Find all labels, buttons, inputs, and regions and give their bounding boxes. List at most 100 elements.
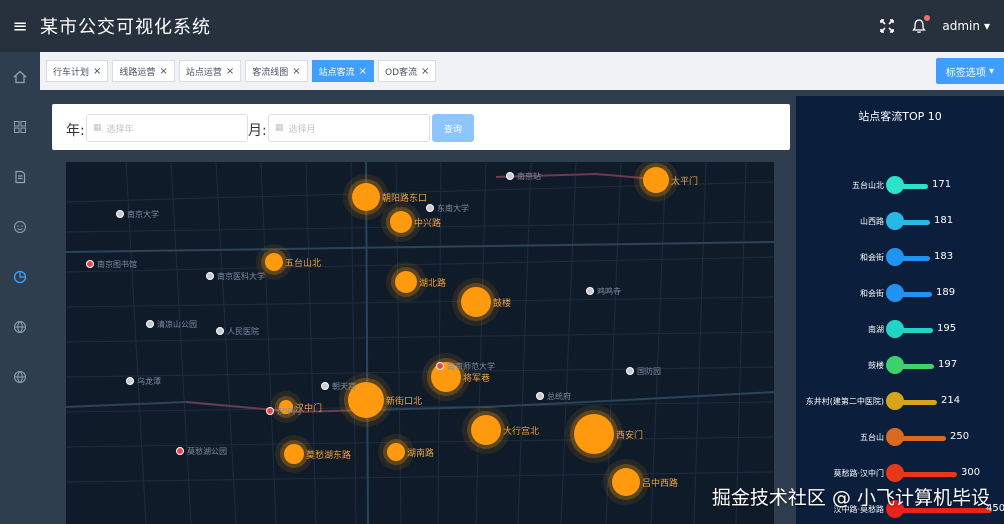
sidebar — [0, 52, 40, 524]
station-label: 吕中西路 — [642, 479, 679, 489]
close-icon[interactable]: × — [226, 66, 234, 77]
map-poi-icon — [586, 287, 594, 295]
sidebar-home-icon[interactable] — [0, 52, 40, 102]
station-label: 大行宫北 — [503, 427, 540, 437]
station-label: 湖南路 — [407, 449, 435, 459]
year-picker[interactable]: ▦ 选择年 — [86, 114, 248, 142]
top10-bar-head — [886, 392, 904, 410]
top10-title: 站点客流TOP 10 — [858, 110, 942, 123]
tab-station-flow[interactable]: 站点客流 × — [311, 60, 375, 82]
map-place-label: 朝天宫 — [332, 382, 356, 391]
app-root: ≡ 某市公交可视化系统 admin ▾ 行车计划× 线路运营× 站点运营× — [0, 0, 1004, 524]
tab-od-flow[interactable]: OD客流 × — [378, 60, 437, 82]
query-button[interactable]: 查询 — [432, 114, 474, 142]
main-content: 年: ▦ 选择年 月: ▦ 选择月 查询 朝阳路东口 太平门 中兴路 五台山北 … — [40, 90, 1004, 524]
tab-station-ops[interactable]: 站点运营 × — [178, 60, 242, 82]
station-marker[interactable] — [471, 415, 501, 445]
close-icon[interactable]: × — [93, 66, 101, 77]
station-marker[interactable] — [265, 253, 283, 271]
user-name: admin — [942, 19, 980, 33]
top10-panel: 站点客流TOP 10 五台山北 171 山西路 181 和会街 183 和会街 189 南湖 19… — [796, 96, 1004, 524]
map-poi-icon — [116, 210, 124, 218]
sidebar-chart-icon[interactable] — [0, 252, 40, 302]
map-place-label: 清凉山公园 — [157, 320, 197, 329]
station-label: 新街口北 — [386, 397, 423, 407]
map-place-label: 南京大学 — [127, 210, 159, 219]
station-label: 西安门 — [616, 431, 644, 441]
map-place-label: 汉中门 — [277, 407, 301, 416]
station-label: 中兴路 — [414, 219, 442, 229]
map-poi-icon — [266, 407, 274, 415]
top10-value: 171 — [932, 179, 952, 190]
map-place-label: 南京师范大学 — [447, 362, 495, 371]
map-poi-icon — [321, 382, 329, 390]
top10-value: 300 — [961, 467, 981, 478]
top10-bar-head — [886, 176, 904, 194]
station-marker[interactable] — [387, 443, 405, 461]
fullscreen-icon[interactable] — [878, 17, 896, 35]
close-icon[interactable]: × — [421, 66, 429, 77]
tab-plan[interactable]: 行车计划 × — [46, 60, 109, 82]
top10-station-name: 南湖 — [868, 325, 884, 334]
station-marker[interactable] — [643, 167, 669, 193]
top10-station-name: 和会街 — [860, 289, 884, 298]
top10-station-name: 鼓楼 — [868, 361, 884, 370]
top10-value: 195 — [937, 323, 957, 334]
top10-row: 和会街 183 — [796, 248, 1004, 268]
station-label: 太平门 — [671, 177, 699, 187]
station-flow-map[interactable]: 朝阳路东口 太平门 中兴路 五台山北 湖北路 鼓楼 将军巷 新街口北 大行宫北 汉中门 西安门 莫愁湖… — [66, 162, 774, 524]
top10-bar-head — [886, 248, 904, 266]
map-place-label: 南京图书馆 — [97, 260, 137, 269]
map-poi-icon — [146, 320, 154, 328]
calendar-icon: ▦ — [275, 123, 284, 133]
station-marker[interactable] — [390, 211, 412, 233]
close-icon[interactable]: × — [359, 66, 367, 77]
map-place-label: 南京站 — [517, 172, 541, 181]
month-label: 月: — [248, 123, 267, 139]
top10-bar-head — [886, 320, 904, 338]
map-poi-icon — [506, 172, 514, 180]
top10-station-name: 山西路 — [860, 217, 884, 226]
top10-row: 莫愁路·汉中门 300 — [796, 464, 1004, 484]
sidebar-dashboard-icon[interactable] — [0, 102, 40, 152]
station-marker[interactable] — [612, 468, 640, 496]
menu-toggle-icon[interactable]: ≡ — [0, 0, 40, 52]
close-icon[interactable]: × — [292, 66, 300, 77]
sidebar-face-icon[interactable] — [0, 202, 40, 252]
sidebar-document-icon[interactable] — [0, 152, 40, 202]
user-menu[interactable]: admin ▾ — [942, 19, 990, 33]
tab-flow-line[interactable]: 客流线图 × — [245, 60, 308, 82]
top10-value: 189 — [936, 287, 956, 298]
month-picker[interactable]: ▦ 选择月 — [268, 114, 430, 142]
station-marker[interactable] — [395, 271, 417, 293]
calendar-icon: ▦ — [93, 123, 102, 133]
top10-station-name: 五台山北 — [852, 181, 884, 190]
top10-row: 鼓楼 197 — [796, 356, 1004, 376]
sidebar-globe-icon[interactable] — [0, 302, 40, 352]
bell-icon[interactable] — [910, 15, 931, 35]
station-marker[interactable] — [352, 183, 380, 211]
filter-panel: 年: ▦ 选择年 月: ▦ 选择月 查询 — [52, 104, 790, 150]
tag-options-button[interactable]: 标签选项 ▾ — [935, 58, 1004, 84]
station-label: 朝阳路东口 — [382, 194, 428, 204]
map-poi-icon — [126, 377, 134, 385]
top10-row: 南湖 195 — [796, 320, 1004, 340]
map-place-label: 南京医科大学 — [217, 272, 265, 281]
header-actions: admin ▾ — [878, 0, 990, 52]
station-marker[interactable] — [284, 444, 304, 464]
sidebar-globe-icon-2[interactable] — [0, 352, 40, 402]
top10-value: 181 — [934, 215, 954, 226]
close-icon[interactable]: × — [159, 66, 167, 77]
map-poi-icon — [206, 272, 214, 280]
station-marker[interactable] — [574, 414, 614, 454]
top10-station-name: 和会街 — [860, 253, 884, 262]
map-poi-icon — [536, 392, 544, 400]
map-place-label: 东南大学 — [437, 204, 469, 213]
caret-down-icon: ▾ — [983, 19, 990, 33]
station-marker[interactable] — [461, 287, 491, 317]
top10-bar-head — [886, 464, 904, 482]
station-label: 将军巷 — [463, 374, 491, 384]
station-label: 莫愁湖东路 — [306, 451, 352, 461]
map-place-label: 国防园 — [637, 367, 661, 376]
tab-line-ops[interactable]: 线路运营 × — [112, 60, 175, 82]
